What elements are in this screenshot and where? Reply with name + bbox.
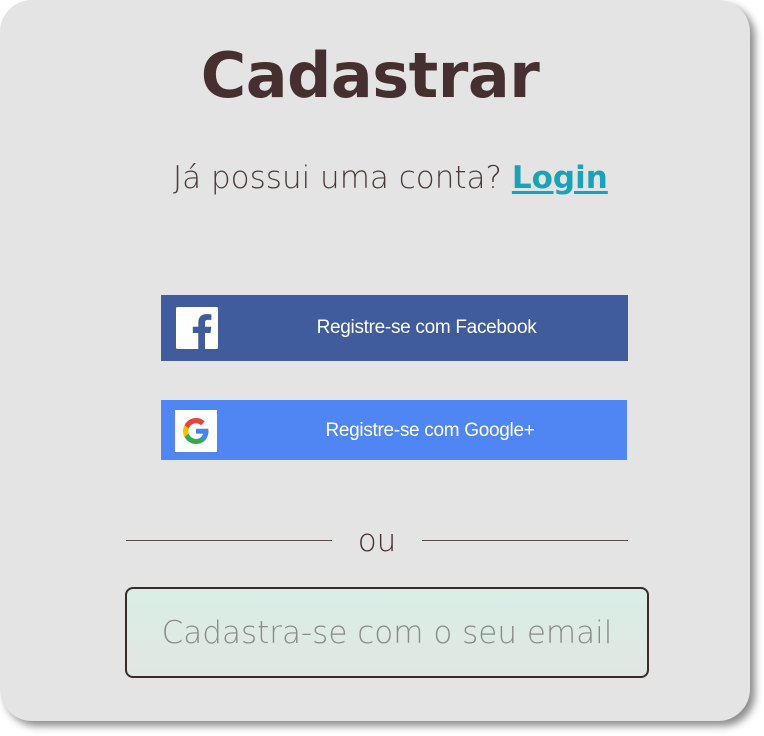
facebook-icon bbox=[176, 307, 218, 349]
email-signup-label: Cadastra-se com o seu email bbox=[161, 615, 613, 651]
facebook-signup-label: Registre-se com Facebook bbox=[316, 317, 537, 338]
divider-line-right bbox=[422, 540, 628, 541]
login-link[interactable]: Login bbox=[512, 160, 608, 196]
page-title: Cadastrar bbox=[200, 39, 540, 112]
google-icon bbox=[175, 410, 217, 452]
facebook-signup-button[interactable]: Registre-se com Facebook bbox=[161, 295, 628, 361]
divider-line-left bbox=[126, 540, 332, 541]
google-signup-label: Registre-se com Google+ bbox=[325, 420, 535, 441]
email-signup-button[interactable]: Cadastra-se com o seu email bbox=[125, 587, 649, 678]
google-signup-button[interactable]: Registre-se com Google+ bbox=[161, 400, 627, 460]
divider-text: ou bbox=[357, 523, 397, 559]
signup-card: Cadastrar Já possui uma conta? Login Reg… bbox=[0, 0, 750, 721]
login-question: Já possui uma conta? bbox=[173, 160, 503, 196]
login-prompt: Já possui uma conta? Login bbox=[173, 158, 608, 198]
